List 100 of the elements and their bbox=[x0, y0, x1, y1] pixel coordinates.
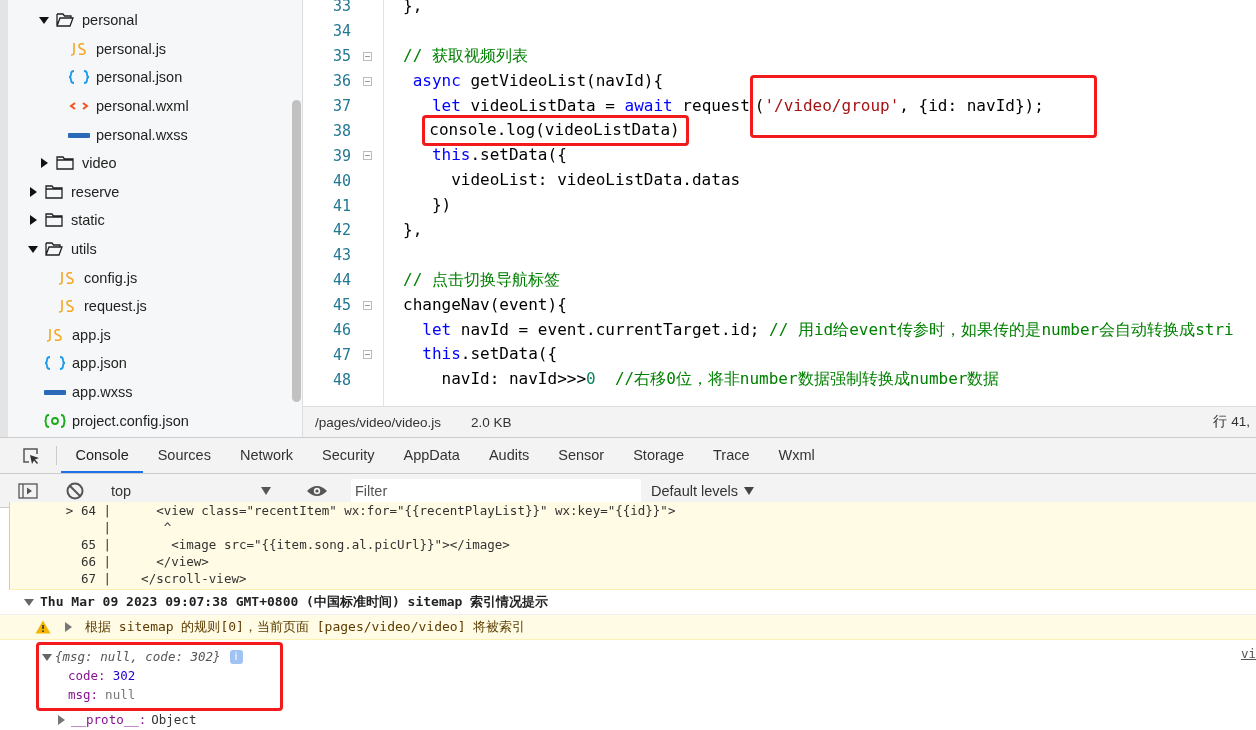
eye-icon[interactable] bbox=[306, 483, 328, 498]
frame-gutter: 65 | bbox=[79, 536, 111, 553]
folder-name[interactable]: video bbox=[82, 155, 117, 172]
line-number: 46 bbox=[331, 321, 351, 339]
code-token: // 获取视频列表 bbox=[403, 45, 528, 65]
line-number: 34 bbox=[331, 22, 351, 41]
expand-caret-icon[interactable] bbox=[24, 597, 34, 607]
code-token: .setData({ bbox=[470, 145, 567, 165]
folder-name[interactable]: reserve bbox=[71, 183, 120, 200]
devtools-tab[interactable]: Security bbox=[307, 438, 389, 473]
code-token: , {id: navId}); bbox=[899, 95, 1044, 115]
code-token: ( bbox=[754, 95, 765, 115]
file-name[interactable]: personal.wxss bbox=[96, 126, 188, 143]
caret-right-icon[interactable] bbox=[39, 158, 49, 169]
file-name[interactable]: config.js bbox=[84, 269, 138, 286]
frame-code: </view> bbox=[155, 554, 209, 569]
object-summary[interactable]: {msg: null, code: 302} bbox=[55, 649, 221, 664]
frame-code: </scroll-view> bbox=[140, 571, 247, 586]
devtools-tab[interactable]: Sensor bbox=[543, 438, 619, 473]
folder-name[interactable]: personal bbox=[82, 12, 138, 29]
open-folder-icon bbox=[56, 13, 74, 28]
code-token: request bbox=[681, 95, 750, 115]
scrollbar[interactable] bbox=[292, 100, 301, 402]
code-token: // 用id给event传参时，如果传的是number会自动转换成stri bbox=[769, 319, 1234, 339]
file-name[interactable]: personal.wxml bbox=[96, 98, 189, 115]
code-token: '/video/group' bbox=[764, 95, 900, 115]
sidebar-toggle-icon[interactable] bbox=[18, 482, 38, 499]
expand-caret-icon[interactable] bbox=[56, 714, 66, 725]
line-number: 40 bbox=[331, 171, 351, 190]
fold-icon[interactable] bbox=[362, 350, 372, 360]
caret-right-icon[interactable] bbox=[28, 186, 38, 197]
levels-select[interactable]: Default levels bbox=[651, 482, 739, 499]
code-token: videoListData = bbox=[469, 95, 616, 115]
devtools-tab[interactable]: Trace bbox=[698, 438, 764, 473]
file-name[interactable]: app.json bbox=[72, 355, 127, 372]
group-title[interactable]: Thu Mar 09 2023 09:07:38 GMT+0800 (中国标准时间) sitemap 索引情况提示 bbox=[40, 593, 549, 611]
expand-caret-icon[interactable] bbox=[63, 622, 73, 632]
filter-field[interactable]: Filter bbox=[351, 478, 641, 503]
fold-icon[interactable] bbox=[362, 76, 372, 86]
caret-down-icon[interactable] bbox=[28, 244, 38, 255]
folder-name[interactable]: utils bbox=[71, 241, 97, 258]
devtools-tab[interactable]: Network bbox=[225, 438, 308, 473]
caret-down-icon[interactable] bbox=[39, 15, 49, 26]
devtools-tab[interactable]: Audits bbox=[474, 438, 544, 473]
context-select[interactable]: top bbox=[111, 482, 132, 499]
code-token: console.log(videoListData) bbox=[429, 120, 680, 140]
line-number: 33 bbox=[331, 0, 351, 16]
line-number: 47 bbox=[331, 345, 351, 364]
fold-icon[interactable] bbox=[362, 51, 372, 61]
line-number: 48 bbox=[331, 370, 351, 389]
property-value: Object bbox=[151, 712, 197, 727]
folder-name[interactable]: static bbox=[71, 212, 105, 229]
code-token: this bbox=[421, 344, 461, 364]
config-file-icon bbox=[44, 413, 66, 428]
inspect-icon[interactable] bbox=[22, 446, 40, 465]
code-token: this bbox=[430, 145, 471, 165]
warning-message: 根据 sitemap 的规则[0]，当前页面 [pages/video/video] 将被索引 bbox=[85, 618, 526, 636]
file-name[interactable]: app.js bbox=[72, 326, 111, 343]
code-token: videoList: videoListData.datas bbox=[450, 170, 741, 190]
warning-icon bbox=[35, 620, 51, 634]
devtools-tab[interactable]: Storage bbox=[618, 438, 699, 473]
line-number: 38 bbox=[331, 121, 351, 140]
fold-icon[interactable] bbox=[362, 151, 372, 161]
expand-caret-icon[interactable] bbox=[42, 651, 52, 662]
line-number: 39 bbox=[331, 146, 351, 165]
property-value: null bbox=[105, 686, 136, 704]
property-key: code: bbox=[68, 666, 106, 685]
caret-down-icon[interactable] bbox=[744, 486, 755, 495]
code-token: // 点击切换导航标签 bbox=[403, 269, 560, 289]
line-number: 35 bbox=[331, 47, 351, 66]
devtools-tab[interactable]: Wxml bbox=[764, 438, 830, 473]
line-number: 43 bbox=[331, 246, 351, 265]
file-name[interactable]: personal.js bbox=[96, 40, 167, 57]
folder-icon bbox=[45, 184, 63, 199]
code-token: navId = event.currentTarget.id; bbox=[459, 319, 761, 339]
file-name[interactable]: project.config.json bbox=[72, 412, 189, 429]
line-number: 44 bbox=[331, 271, 351, 290]
code-token: async bbox=[411, 70, 461, 90]
file-name[interactable]: request.js bbox=[84, 298, 147, 315]
fold-icon[interactable] bbox=[362, 300, 372, 310]
frame-gutter: | bbox=[102, 519, 111, 536]
file-name[interactable]: personal.json bbox=[96, 69, 183, 86]
clear-console-icon[interactable] bbox=[66, 481, 84, 500]
devtools-tab[interactable]: Sources bbox=[143, 438, 226, 473]
code-token: }, bbox=[403, 220, 423, 239]
property-key: __proto__: bbox=[71, 712, 147, 727]
line-number: 36 bbox=[331, 72, 351, 91]
json-file-icon bbox=[68, 70, 90, 85]
caret-down-icon[interactable] bbox=[261, 486, 271, 495]
line-number: 45 bbox=[331, 296, 351, 315]
source-link[interactable]: vi bbox=[1240, 646, 1256, 661]
folder-icon bbox=[56, 156, 74, 171]
file-path: /pages/video/video.js bbox=[315, 414, 442, 430]
caret-right-icon[interactable] bbox=[28, 215, 38, 226]
devtools-tab[interactable]: AppData bbox=[389, 438, 475, 473]
open-folder-icon bbox=[45, 242, 63, 257]
code-token: .setData({ bbox=[460, 344, 558, 364]
code-token: getVideoList(navId){ bbox=[469, 70, 664, 90]
line-number: 42 bbox=[331, 221, 351, 240]
file-name[interactable]: app.wxss bbox=[72, 384, 133, 400]
